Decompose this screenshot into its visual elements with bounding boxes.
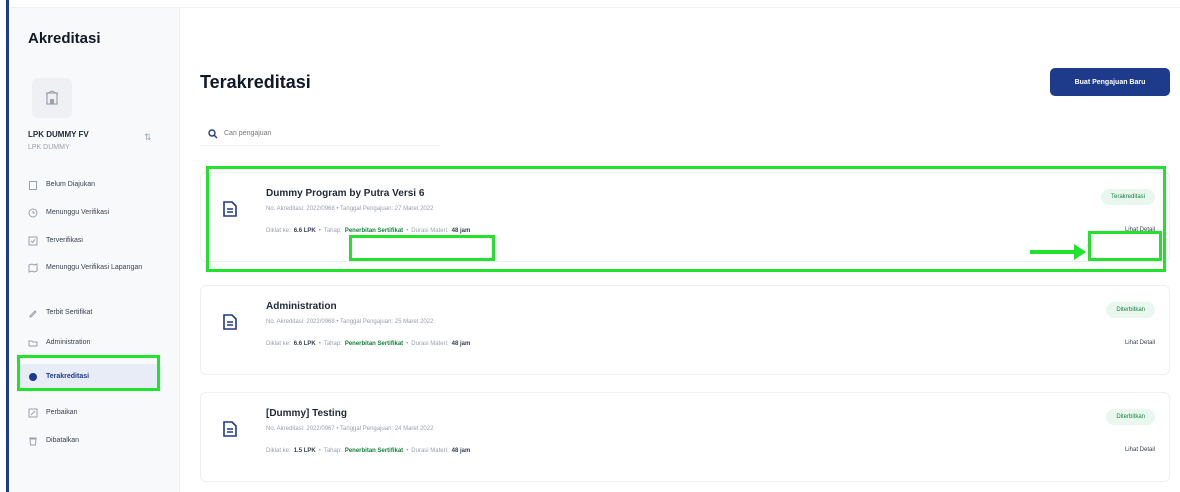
info-prefix: Diklat ke:	[266, 448, 291, 454]
card-title: Administration	[266, 301, 337, 312]
sidebar: Akreditasi LPK DUMMY FV LPK DUMMY ⇅ Belu…	[10, 8, 180, 492]
status-value: Penerbitan Sertifikat	[344, 448, 404, 454]
status-label: Tahap:	[323, 448, 342, 454]
map-icon	[28, 263, 38, 273]
sidebar-title: Akreditasi	[28, 30, 101, 47]
sidebar-item-label: Terverifikasi	[46, 236, 83, 244]
new-submission-button[interactable]: Buat Pengajuan Baru	[1050, 68, 1170, 96]
app-frame: Akreditasi LPK DUMMY FV LPK DUMMY ⇅ Belu…	[0, 0, 1180, 492]
info-value: 1.5 LPK	[293, 448, 316, 454]
clock-icon	[28, 208, 38, 218]
org-switch-icon[interactable]: ⇅	[144, 132, 152, 143]
status-value: Penerbitan Sertifikat	[344, 341, 404, 347]
pen-icon	[28, 308, 38, 318]
submission-card[interactable]: Administration No. Akreditasi: 2022/0968…	[200, 285, 1170, 375]
highlight-sidebar-terakreditasi	[17, 355, 160, 391]
status-label: Tahap:	[323, 341, 342, 347]
view-detail-link[interactable]: Lihat Detail	[1125, 340, 1155, 346]
sidebar-item-terverifikasi[interactable]: Terverifikasi	[20, 236, 170, 246]
clipboard-icon	[28, 180, 38, 190]
card-info: Diklat ke: 6.6 LPK • Tahap: Penerbitan S…	[266, 341, 470, 347]
sidebar-item-label: Belum Diajukan	[46, 180, 96, 188]
highlight-status	[349, 235, 495, 261]
search-input[interactable]	[224, 130, 424, 137]
org-name: LPK DUMMY FV	[28, 130, 89, 139]
sidebar-item-menunggu-verifikasi[interactable]: Menunggu Verifikasi	[20, 208, 170, 218]
sidebar-item-administration[interactable]: Administration	[20, 338, 170, 348]
sidebar-item-label: Menunggu Verifikasi	[46, 208, 110, 216]
duration-value: 48 jam	[451, 448, 471, 454]
card-meta: No. Akreditasi: 2022/0967 • Tanggal Peng…	[266, 426, 434, 432]
submission-card[interactable]: [Dummy] Testing No. Akreditasi: 2022/096…	[200, 392, 1170, 482]
sidebar-item-label: Menunggu Verifikasi Lapangan	[46, 263, 143, 271]
separator: •	[318, 341, 321, 347]
status-badge: Diterbitkan	[1106, 409, 1155, 425]
card-title: [Dummy] Testing	[266, 408, 347, 419]
org-logo	[32, 78, 72, 118]
org-subtitle: LPK DUMMY	[28, 144, 70, 151]
check-icon	[28, 236, 38, 246]
annotation-arrow-icon	[1074, 244, 1086, 260]
top-divider	[10, 0, 1180, 8]
separator: •	[406, 341, 409, 347]
separator: •	[318, 448, 321, 454]
card-info: Diklat ke: 1.5 LPK • Tahap: Penerbitan S…	[266, 448, 470, 454]
info-prefix: Diklat ke:	[266, 341, 291, 347]
card-meta: No. Akreditasi: 2022/0968 • Tanggal Peng…	[266, 319, 434, 325]
edit-icon	[28, 408, 38, 418]
sidebar-item-dibatalkan[interactable]: Dibatalkan	[20, 436, 170, 446]
sidebar-item-label: Dibatalkan	[46, 436, 80, 444]
separator: •	[406, 448, 409, 454]
duration-label: Durasi Materi:	[411, 448, 449, 454]
annotation-arrow-shaft	[1030, 250, 1076, 254]
window-edge	[0, 0, 10, 492]
sidebar-item-menunggu-verifikasi-lapangan[interactable]: Menunggu Verifikasi Lapangan	[20, 263, 160, 273]
sidebar-item-perbaikan[interactable]: Perbaikan	[20, 408, 170, 418]
status-badge: Diterbitkan	[1106, 302, 1155, 318]
sidebar-item-label: Perbaikan	[46, 408, 78, 416]
trash-icon	[28, 436, 38, 446]
highlight-view-detail	[1088, 231, 1162, 261]
search-bar	[200, 122, 440, 146]
info-value: 6.6 LPK	[293, 341, 316, 347]
search-icon	[208, 128, 218, 138]
document-icon	[223, 314, 237, 330]
sidebar-item-belum-diajukan[interactable]: Belum Diajukan	[20, 180, 170, 190]
duration-label: Durasi Materi:	[411, 341, 449, 347]
sidebar-item-terbit-sertifikat[interactable]: Terbit Sertifikat	[20, 308, 170, 318]
folder-icon	[28, 338, 38, 348]
view-detail-link[interactable]: Lihat Detail	[1125, 447, 1155, 453]
building-icon	[45, 90, 59, 105]
document-icon	[223, 421, 237, 437]
sidebar-item-label: Administration	[46, 338, 91, 346]
sidebar-item-label: Terbit Sertifikat	[46, 308, 93, 316]
page-title: Terakreditasi	[200, 72, 311, 92]
duration-value: 48 jam	[451, 341, 471, 347]
